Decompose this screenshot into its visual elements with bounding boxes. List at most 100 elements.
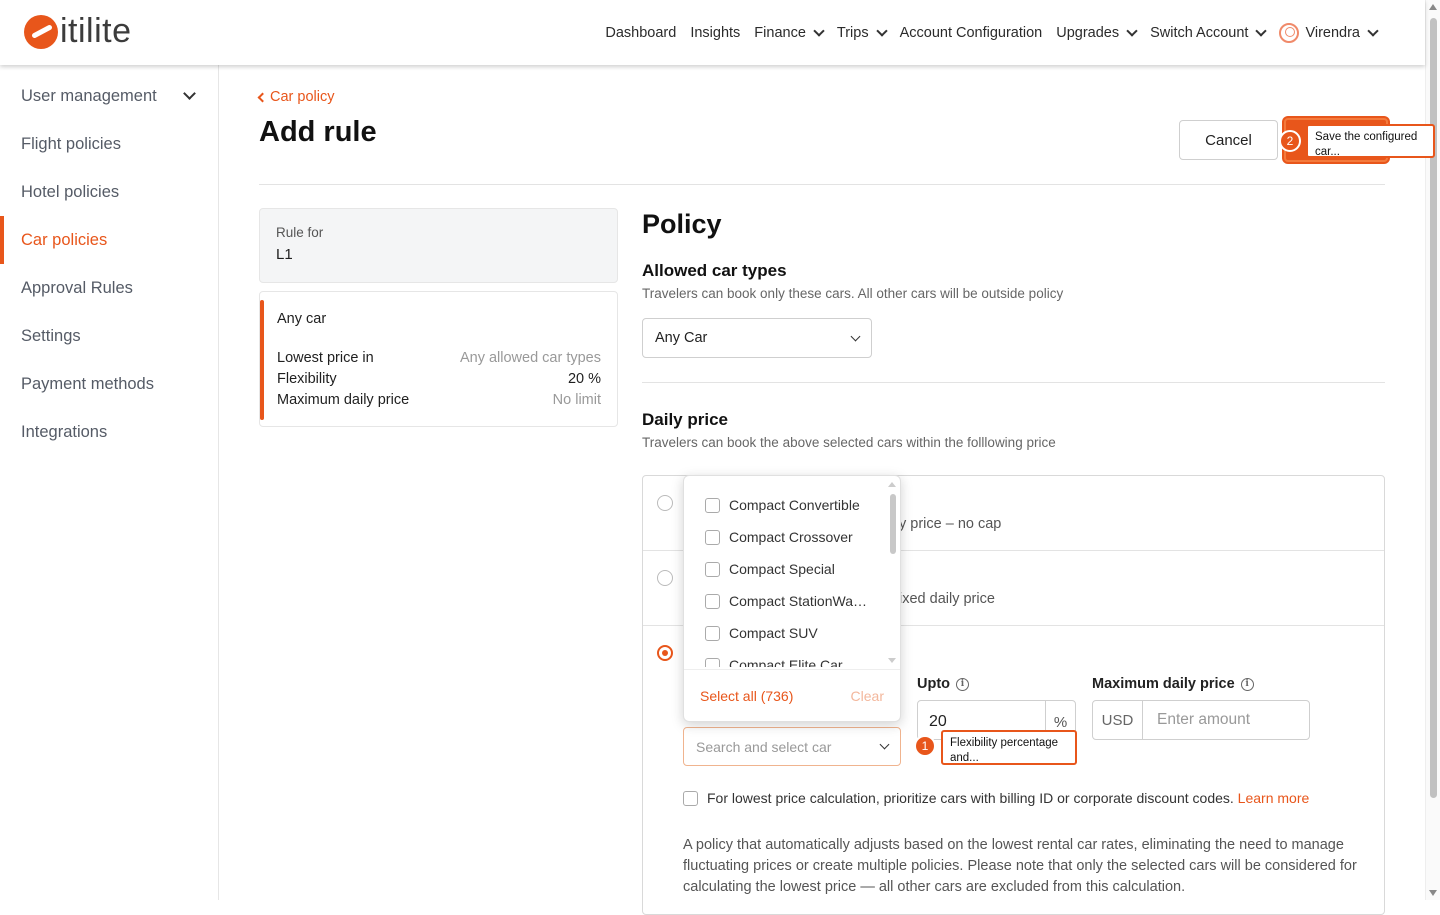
radio-fixed-price[interactable] xyxy=(657,570,673,586)
user-name: Virendra xyxy=(1305,24,1360,41)
car-option-checkbox[interactable] xyxy=(705,561,720,577)
dropdown-scrollbar-thumb[interactable] xyxy=(890,494,896,554)
nav-label: Insights xyxy=(690,24,741,41)
nav-dashboard[interactable]: Dashboard xyxy=(605,25,676,41)
chevron-down-icon xyxy=(1126,24,1138,37)
nav-label: Switch Account xyxy=(1150,24,1249,41)
back-link-car-policy[interactable]: Car policy xyxy=(257,89,335,105)
nav-upgrades[interactable]: Upgrades xyxy=(1056,24,1138,41)
sidebar-item-label: Approval Rules xyxy=(21,278,133,297)
nav-insights[interactable]: Insights xyxy=(690,25,740,41)
sidebar-item-label: Hotel policies xyxy=(21,182,120,201)
main-nav: Dashboard Insights Finance Trips Account… xyxy=(591,0,1379,65)
max-daily-price-input[interactable]: USD Enter amount xyxy=(1092,700,1310,740)
sidebar-item-flight-policies[interactable]: Flight policies xyxy=(0,120,218,168)
rule-for-label: Rule for xyxy=(276,225,324,240)
car-option-checkbox[interactable] xyxy=(705,497,720,513)
summary-title: Any car xyxy=(277,311,327,327)
logo-mark-icon xyxy=(24,14,58,49)
car-option-label: Compact Crossover xyxy=(729,529,853,545)
currency-label: USD xyxy=(1093,701,1143,739)
sidebar-item-label: User management xyxy=(21,86,157,105)
daily-price-description: Travelers can book the above selected ca… xyxy=(642,435,1056,450)
sidebar-item-approval-rules[interactable]: Approval Rules xyxy=(0,264,218,312)
car-option-list[interactable]: Compact Convertible Compact Crossover Co… xyxy=(684,489,884,667)
policy-title: Policy xyxy=(642,209,722,239)
scroll-up-icon[interactable] xyxy=(888,482,896,487)
logo-text: itilite xyxy=(60,12,132,50)
allowed-car-types-description: Travelers can book only these cars. All … xyxy=(642,286,1064,301)
info-icon[interactable]: i xyxy=(1240,677,1254,691)
sidebar-item-payment-methods[interactable]: Payment methods xyxy=(0,360,218,408)
sidebar-item-label: Settings xyxy=(21,326,81,345)
daily-price-title: Daily price xyxy=(642,410,728,429)
upto-label-text: Upto xyxy=(917,676,951,692)
nav-account-configuration[interactable]: Account Configuration xyxy=(900,25,1043,41)
summary-value: Any allowed car types xyxy=(459,350,601,366)
amount-placeholder[interactable]: Enter amount xyxy=(1143,701,1309,739)
cancel-button[interactable]: Cancel xyxy=(1179,120,1278,160)
sidebar-item-integrations[interactable]: Integrations xyxy=(0,408,218,456)
itilite-logo[interactable]: itilite xyxy=(24,12,132,51)
car-option[interactable]: Compact SUV xyxy=(684,617,884,649)
car-option-checkbox[interactable] xyxy=(705,657,720,667)
lowest-price-explanation: A policy that automatically adjusts base… xyxy=(683,837,1357,895)
upto-label: Upto i xyxy=(917,676,970,692)
sidebar-item-label: Payment methods xyxy=(21,374,154,393)
sidebar-item-user-management[interactable]: User management xyxy=(0,72,218,120)
summary-row-max-daily-price: Maximum daily price No limit xyxy=(277,392,601,408)
page-title: Add rule xyxy=(259,116,377,148)
sidebar-item-label: Integrations xyxy=(21,422,108,441)
scroll-up-icon[interactable] xyxy=(1429,4,1437,10)
radio-lowest-price[interactable] xyxy=(657,645,673,661)
select-all-button[interactable]: Select all (736) xyxy=(700,688,793,704)
radio-no-cap[interactable] xyxy=(657,495,673,511)
car-option[interactable]: Compact StationWa… xyxy=(684,585,884,617)
summary-key: Maximum daily price xyxy=(277,392,410,408)
dropdown-footer: Select all (736) Clear xyxy=(684,669,900,721)
chevron-down-icon xyxy=(1255,24,1268,37)
allowed-car-types-title: Allowed car types xyxy=(642,261,787,280)
rule-for-value: L1 xyxy=(276,246,293,263)
chevron-down-icon xyxy=(879,739,890,750)
nav-user-menu[interactable]: Virendra xyxy=(1279,22,1379,43)
sidebar-item-car-policies[interactable]: Car policies xyxy=(0,216,218,264)
sidebar-item-settings[interactable]: Settings xyxy=(0,312,218,360)
nav-label: Dashboard xyxy=(605,24,677,41)
annotation-callout-2: Save the configured car... xyxy=(1306,124,1435,158)
info-icon[interactable]: i xyxy=(956,677,970,691)
sidebar-item-label: Car policies xyxy=(21,230,108,249)
chevron-left-icon xyxy=(257,92,268,102)
chevron-down-icon xyxy=(183,87,196,100)
annotation-callout-1: Flexibility percentage and... xyxy=(941,730,1077,765)
car-option-label: Compact StationWa… xyxy=(729,593,867,609)
car-option-checkbox[interactable] xyxy=(705,529,720,545)
back-link-label: Car policy xyxy=(270,89,335,105)
car-option[interactable]: Compact Special xyxy=(684,553,884,585)
allowed-car-types-value: Any Car xyxy=(655,330,708,346)
sidebar-item-hotel-policies[interactable]: Hotel policies xyxy=(0,168,218,216)
car-option-checkbox[interactable] xyxy=(705,625,720,641)
car-option-label: Compact SUV xyxy=(729,625,818,641)
nav-finance[interactable]: Finance xyxy=(754,25,825,41)
rule-for-card: Rule for L1 xyxy=(259,208,618,283)
nav-label: Trips xyxy=(836,24,869,41)
prioritize-billing-id-checkbox[interactable] xyxy=(683,790,698,806)
nav-trips[interactable]: Trips xyxy=(836,24,888,41)
sidebar-item-label: Flight policies xyxy=(21,134,121,153)
car-option[interactable]: Compact Convertible xyxy=(684,489,884,521)
clear-button[interactable]: Clear xyxy=(851,688,884,704)
learn-more-link[interactable]: Learn more xyxy=(1238,790,1310,806)
scroll-down-icon[interactable] xyxy=(1429,890,1437,896)
top-navbar: itilite Dashboard Insights Finance Trips… xyxy=(0,0,1425,65)
car-option[interactable]: Compact Crossover xyxy=(684,521,884,553)
search-select-car[interactable]: Search and select car xyxy=(683,727,901,766)
scroll-down-icon[interactable] xyxy=(888,658,896,663)
car-option-checkbox[interactable] xyxy=(705,593,720,609)
car-option-label: Compact Elite Car xyxy=(729,657,843,667)
nav-switch-account[interactable]: Switch Account xyxy=(1150,24,1268,41)
annotation-badge-1: 1 xyxy=(914,735,936,757)
prioritize-billing-id-text: For lowest price calculation, prioritize… xyxy=(707,790,1309,806)
car-option[interactable]: Compact Elite Car xyxy=(684,649,884,667)
allowed-car-types-select[interactable]: Any Car xyxy=(642,318,872,358)
